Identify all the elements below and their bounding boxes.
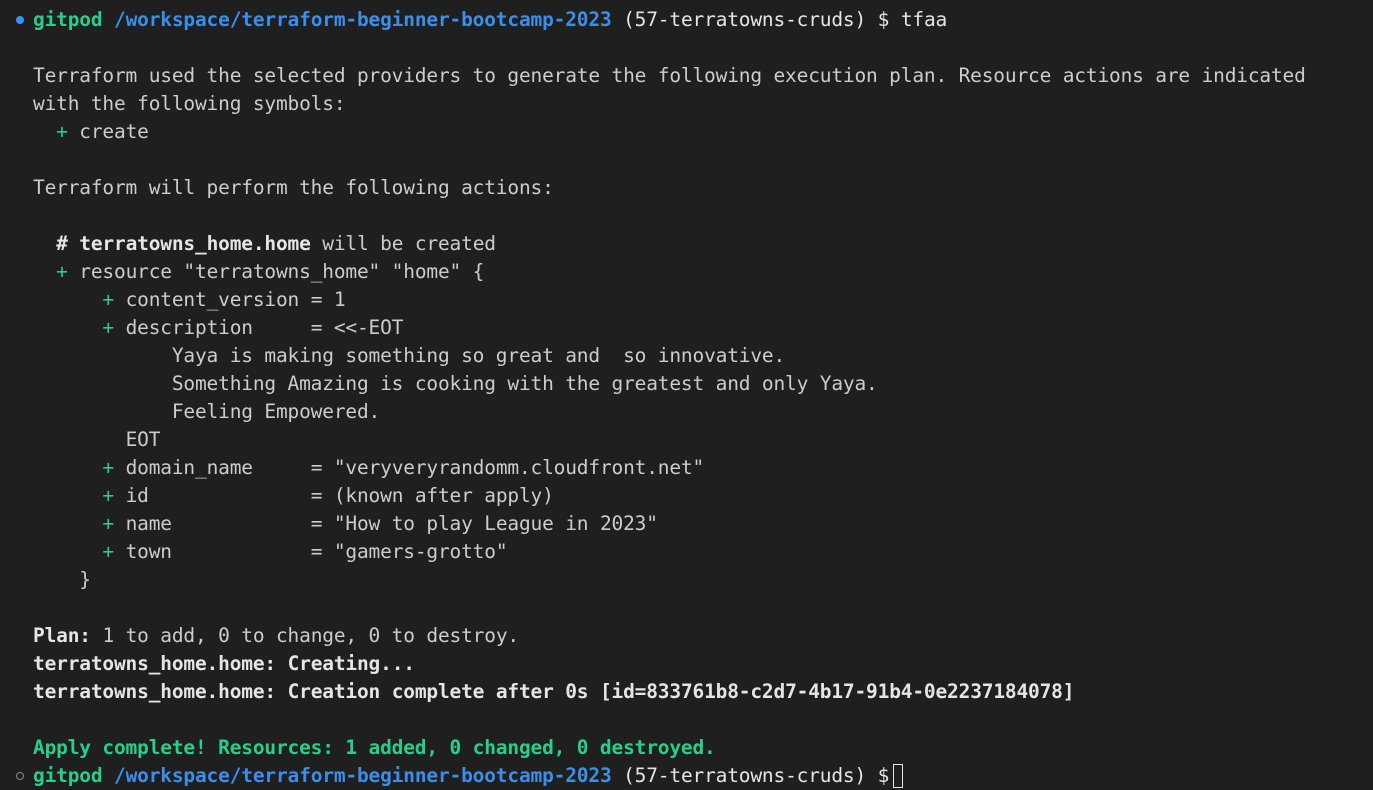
terminal-panel[interactable]: gitpod /workspace/terraform-beginner-boo… [0, 0, 1373, 790]
create-label: create [79, 120, 149, 143]
prompt-path: /workspace/terraform-beginner-bootcamp-2… [114, 764, 612, 787]
intro-line-2: with the following symbols: [33, 92, 346, 115]
creating-status: Creating... [287, 652, 415, 675]
attribute-text: town = "gamers-grotto" [125, 540, 508, 563]
plan-label: Plan: [33, 624, 91, 647]
command-status-dot-icon[interactable] [16, 772, 24, 780]
creating-resource: terratowns_home.home: [33, 652, 276, 675]
prompt-line-1: gitpod /workspace/terraform-beginner-boo… [33, 6, 947, 34]
attribute-line: + town = "gamers-grotto" [33, 538, 507, 566]
comment-resource-name: terratowns_home.home [79, 232, 311, 255]
attribute-line: + name = "How to play League in 2023" [33, 510, 658, 538]
creating-line: terratowns_home.home: Creating... [33, 650, 415, 678]
intro-line-1: Terraform used the selected providers to… [33, 64, 1306, 87]
attribute-line: + content_version = 1 [33, 286, 345, 314]
attribute-line: + description = <<-EOT [33, 314, 403, 342]
actions-heading: Terraform will perform the following act… [33, 176, 554, 199]
attribute-text: id = (known after apply) [125, 484, 554, 507]
heredoc-text: Yaya is making something so great and so… [171, 344, 786, 367]
prompt-branch: (57-terratowns-cruds) [623, 8, 867, 31]
attribute-plus-sign: + [102, 540, 114, 563]
prompt-path: /workspace/terraform-beginner-bootcamp-2… [114, 8, 612, 31]
closing-brace: } [79, 568, 91, 591]
prompt-symbol: $ [877, 8, 890, 31]
attribute-plus-sign: + [102, 316, 114, 339]
complete-status: Creation complete after 0s [id=833761b8-… [287, 680, 1075, 703]
legend-create-line: + create [33, 118, 149, 146]
plan-summary: 1 to add, 0 to change, 0 to destroy. [102, 624, 519, 647]
prompt-symbol: $ [877, 764, 890, 787]
attribute-line: + id = (known after apply) [33, 482, 554, 510]
heredoc-end-line: EOT [33, 426, 161, 454]
comment-hash: # [56, 232, 68, 255]
prompt-branch: (57-terratowns-cruds) [623, 764, 867, 787]
resource-comment: # terratowns_home.home will be created [33, 230, 496, 258]
comment-suffix: will be created [322, 232, 496, 255]
heredoc-line: Something Amazing is cooking with the gr… [33, 370, 878, 398]
prompt-user: gitpod [33, 764, 103, 787]
attribute-text: name = "How to play League in 2023" [125, 512, 658, 535]
attribute-plus-sign: + [102, 288, 114, 311]
heredoc-text: Feeling Empowered. [171, 400, 381, 423]
command-status-dot-icon[interactable] [16, 16, 24, 24]
heredoc-line: Feeling Empowered. [33, 398, 380, 426]
resource-declaration: + resource "terratowns_home" "home" { [33, 258, 484, 286]
prompt-command: tfaa [900, 8, 948, 31]
complete-resource: terratowns_home.home: [33, 680, 276, 703]
attribute-text: content_version = 1 [125, 288, 346, 311]
terminal-cursor[interactable] [893, 764, 904, 788]
attribute-text: domain_name = "veryveryrandomm.cloudfron… [125, 456, 705, 479]
attribute-plus-sign: + [102, 456, 114, 479]
attribute-plus-sign: + [102, 484, 114, 507]
heredoc-end: EOT [125, 428, 161, 451]
create-plus-sign: + [56, 120, 68, 143]
plan-summary-line: Plan: 1 to add, 0 to change, 0 to destro… [33, 622, 519, 650]
attribute-text: description = <<-EOT [125, 316, 404, 339]
heredoc-line: Yaya is making something so great and so… [33, 342, 785, 370]
closing-brace-line: } [33, 566, 91, 594]
creation-complete-line: terratowns_home.home: Creation complete … [33, 678, 1074, 706]
attribute-line: + domain_name = "veryveryrandomm.cloudfr… [33, 454, 704, 482]
attribute-plus-sign: + [102, 512, 114, 535]
resource-declaration-text: resource "terratowns_home" "home" { [79, 260, 485, 283]
heredoc-text: Something Amazing is cooking with the gr… [171, 372, 878, 395]
prompt-user: gitpod [33, 8, 103, 31]
apply-complete-message: Apply complete! Resources: 1 added, 0 ch… [33, 736, 716, 759]
resource-plus-sign: + [56, 260, 68, 283]
prompt-line-2[interactable]: gitpod /workspace/terraform-beginner-boo… [33, 762, 904, 790]
